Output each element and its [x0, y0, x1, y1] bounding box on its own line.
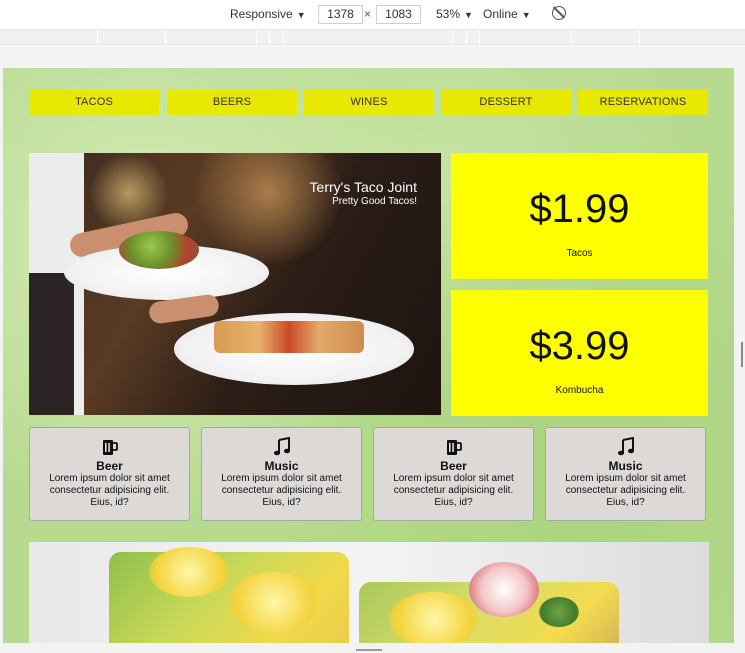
feature-card-music: Music Lorem ipsum dolor sit amet consect…: [201, 427, 362, 521]
chevron-down-icon: ▼: [521, 10, 531, 20]
nav-item-reservations[interactable]: RESERVATIONS: [578, 89, 708, 115]
nav-item-beers[interactable]: BEERS: [167, 89, 297, 115]
device-mode-dropdown[interactable]: Responsive ▼: [230, 7, 306, 21]
resize-handle[interactable]: [356, 649, 382, 651]
card-description: Lorem ipsum dolor sit amet consectetur a…: [221, 473, 342, 508]
viewport-height-input[interactable]: 1083: [376, 5, 421, 24]
nav-item-dessert[interactable]: DESSERT: [441, 89, 571, 115]
media-query-ruler[interactable]: [0, 30, 745, 45]
price-box-tacos: $1.99 Tacos: [451, 153, 708, 279]
price-label: Tacos: [566, 248, 593, 259]
price-amount: $3.99: [529, 324, 630, 368]
price-box-kombucha: $3.99 Kombucha: [451, 290, 708, 416]
card-description: Lorem ipsum dolor sit amet consectetur a…: [565, 473, 686, 508]
beer-mug-icon: [447, 440, 462, 455]
music-note-icon: [274, 437, 290, 456]
card-description: Lorem ipsum dolor sit amet consectetur a…: [49, 473, 170, 508]
card-description: Lorem ipsum dolor sit amet consectetur a…: [393, 473, 514, 508]
hero-title: Terry's Taco Joint: [309, 179, 417, 195]
chevron-down-icon: ▼: [296, 10, 306, 20]
price-label: Kombucha: [555, 385, 604, 396]
card-title: Music: [264, 459, 299, 473]
price-amount: $1.99: [529, 187, 630, 231]
hero-image: Terry's Taco Joint Pretty Good Tacos!: [29, 153, 441, 415]
zoom-dropdown[interactable]: 53% ▼: [436, 7, 473, 21]
zoom-label: 53%: [436, 7, 461, 21]
card-title: Beer: [96, 459, 123, 473]
scrollbar-handle[interactable]: [741, 342, 743, 367]
nav-item-tacos[interactable]: TACOS: [29, 89, 159, 115]
network-throttle-dropdown[interactable]: Online ▼: [483, 7, 531, 21]
main-nav: TACOS BEERS WINES DESSERT RESERVATIONS: [29, 89, 709, 115]
feature-card-music: Music Lorem ipsum dolor sit amet consect…: [545, 427, 706, 521]
device-mode-label: Responsive: [230, 7, 293, 21]
feature-card-beer: Beer Lorem ipsum dolor sit amet consecte…: [373, 427, 534, 521]
network-label: Online: [483, 7, 518, 21]
rotate-icon[interactable]: [552, 6, 566, 20]
music-note-icon: [618, 437, 634, 456]
chevron-down-icon: ▼: [464, 10, 473, 20]
card-title: Beer: [440, 459, 467, 473]
viewport-width-input[interactable]: 1378: [318, 5, 363, 24]
card-title: Music: [608, 459, 643, 473]
emulated-page: TACOS BEERS WINES DESSERT RESERVATIONS T…: [3, 68, 734, 643]
hero-subtitle: Pretty Good Tacos!: [332, 196, 417, 207]
feature-card-beer: Beer Lorem ipsum dolor sit amet consecte…: [29, 427, 190, 521]
dimension-separator: ×: [364, 7, 372, 21]
nav-item-wines[interactable]: WINES: [304, 89, 434, 115]
food-photo-banner: [29, 542, 709, 643]
beer-mug-icon: [103, 440, 118, 455]
device-toolbar: Responsive ▼ 1378 × 1083 53% ▼ Online ▼: [0, 0, 745, 30]
